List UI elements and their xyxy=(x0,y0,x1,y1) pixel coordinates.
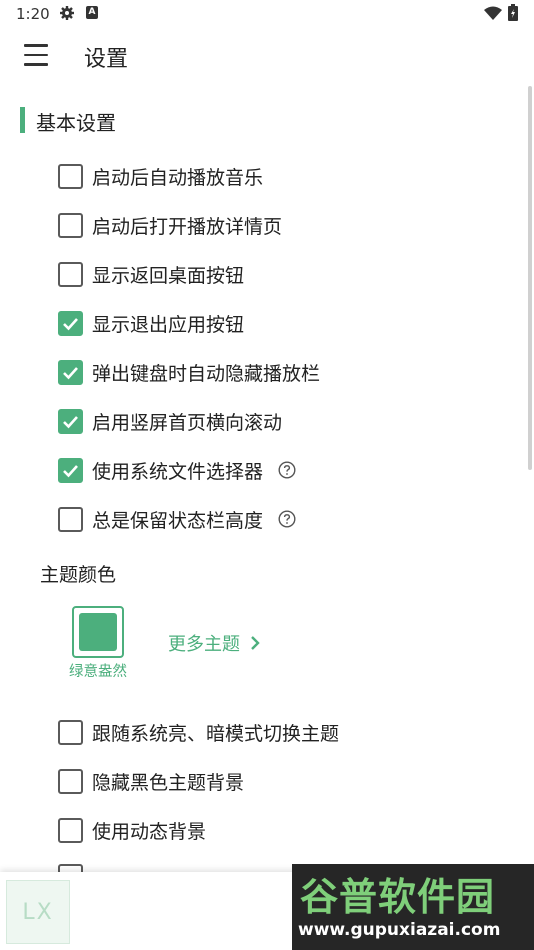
setting-hide-player-on-keyboard[interactable]: 弹出键盘时自动隐藏播放栏 xyxy=(58,356,320,388)
album-art[interactable]: LX xyxy=(6,880,70,944)
setting-system-file-picker[interactable]: 使用系统文件选择器 xyxy=(58,454,296,486)
checkbox[interactable] xyxy=(58,457,83,483)
checkmark-icon xyxy=(63,415,78,428)
checkmark-icon xyxy=(63,366,78,379)
more-themes-label: 更多主题 xyxy=(168,634,240,655)
checkmark-icon xyxy=(63,464,78,477)
help-circle-icon[interactable] xyxy=(278,510,296,528)
checkbox[interactable] xyxy=(58,506,83,532)
setting-horizontal-scroll[interactable]: 启用竖屏首页横向滚动 xyxy=(58,405,282,437)
watermark-logo: 谷普软件园 www.gupuxiazai.com xyxy=(292,864,534,950)
checkbox[interactable] xyxy=(58,359,83,385)
checkbox[interactable] xyxy=(58,408,83,434)
wifi-icon xyxy=(484,6,502,20)
setting-label: 启动后自动播放音乐 xyxy=(92,166,264,189)
setting-hide-black-theme-bg[interactable]: 隐藏黑色主题背景 xyxy=(58,765,244,797)
theme-name: 绿意盎然 xyxy=(69,664,127,680)
checkbox[interactable] xyxy=(58,817,83,843)
chevron-right-icon xyxy=(251,636,260,650)
setting-label: 显示退出应用按钮 xyxy=(92,313,245,336)
setting-label: 总是保留状态栏高度 xyxy=(92,509,264,532)
gear-icon xyxy=(60,6,74,20)
checkbox[interactable] xyxy=(58,163,83,189)
a-badge-icon: A xyxy=(86,6,98,19)
more-themes-link[interactable]: 更多主题 xyxy=(168,630,260,656)
setting-show-home-button[interactable]: 显示返回桌面按钮 xyxy=(58,258,244,290)
setting-label: 启动后打开播放详情页 xyxy=(92,215,283,238)
theme-heading: 主题颜色 xyxy=(40,564,117,586)
hamburger-menu-icon[interactable] xyxy=(24,44,48,66)
album-art-text: LX xyxy=(22,899,54,925)
watermark-url: www.gupuxiazai.com xyxy=(298,920,501,940)
checkbox[interactable] xyxy=(58,768,83,794)
setting-dynamic-background[interactable]: 使用动态背景 xyxy=(58,814,206,846)
section-accent-bar xyxy=(20,107,25,133)
setting-label: 显示返回桌面按钮 xyxy=(92,264,245,287)
section-title: 基本设置 xyxy=(36,111,116,135)
checkbox[interactable] xyxy=(58,261,83,287)
setting-open-play-detail[interactable]: 启动后打开播放详情页 xyxy=(58,209,282,241)
status-bar: 1:20 A xyxy=(0,0,534,28)
app-bar: 设置 xyxy=(0,30,534,86)
setting-autoplay-on-start[interactable]: 启动后自动播放音乐 xyxy=(58,160,263,192)
setting-label: 隐藏黑色主题背景 xyxy=(92,771,245,794)
setting-label: 启用竖屏首页横向滚动 xyxy=(92,411,283,434)
setting-follow-system-theme[interactable]: 跟随系统亮、暗模式切换主题 xyxy=(58,716,339,748)
setting-keep-statusbar-height[interactable]: 总是保留状态栏高度 xyxy=(58,503,296,535)
checkmark-icon xyxy=(63,317,78,330)
setting-label: 使用动态背景 xyxy=(92,820,207,843)
checkbox[interactable] xyxy=(58,719,83,745)
setting-label: 弹出键盘时自动隐藏播放栏 xyxy=(92,362,321,385)
setting-show-exit-button[interactable]: 显示退出应用按钮 xyxy=(58,307,244,339)
theme-color-swatch xyxy=(79,613,117,651)
page-title: 设置 xyxy=(84,47,129,72)
status-time: 1:20 xyxy=(16,5,50,23)
checkbox[interactable] xyxy=(58,310,83,336)
setting-label: 跟随系统亮、暗模式切换主题 xyxy=(92,722,340,745)
setting-label: 使用系统文件选择器 xyxy=(92,460,264,483)
battery-icon xyxy=(508,4,518,21)
theme-swatch-selected[interactable] xyxy=(72,606,124,658)
watermark-title: 谷普软件园 xyxy=(300,875,496,919)
help-circle-icon[interactable] xyxy=(278,461,296,479)
checkbox[interactable] xyxy=(58,212,83,238)
scrollbar[interactable] xyxy=(528,86,532,470)
